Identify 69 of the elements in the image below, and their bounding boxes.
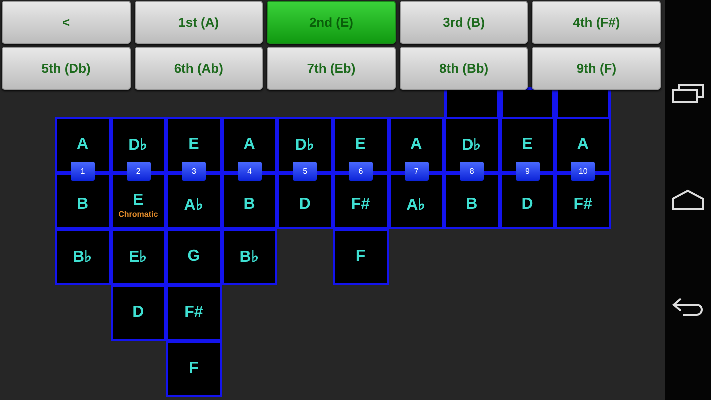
- string-number-badge[interactable]: 10: [571, 162, 596, 181]
- string-number-badge[interactable]: 3: [182, 162, 206, 181]
- note-label: A: [410, 136, 422, 154]
- fret-button[interactable]: 8th (Bb): [400, 47, 528, 90]
- note-label: B: [244, 196, 256, 214]
- mode-label: Chromatic: [118, 210, 158, 218]
- fret-button[interactable]: <: [2, 1, 131, 44]
- note-label: B♭: [73, 248, 93, 267]
- note-label: A: [244, 136, 256, 154]
- note-label: A: [577, 136, 589, 154]
- note-label: F#: [574, 196, 592, 214]
- note-cell[interactable]: D: [277, 173, 333, 229]
- fret-button[interactable]: 5th (Db): [2, 47, 131, 90]
- note-cell[interactable]: A♭: [388, 173, 444, 229]
- note-cell[interactable]: E Chromatic: [110, 173, 166, 229]
- note-cell[interactable]: A♭: [166, 173, 222, 229]
- back-icon[interactable]: [671, 296, 705, 318]
- note-label: F#: [184, 304, 204, 322]
- note-label: B: [77, 196, 89, 214]
- note-cell[interactable]: F#: [332, 173, 389, 229]
- note-cell[interactable]: G: [166, 229, 222, 285]
- string-number-badge[interactable]: 4: [238, 162, 262, 181]
- note-cell[interactable]: E♭: [110, 229, 166, 285]
- note-cell[interactable]: B: [444, 173, 500, 229]
- note-cell[interactable]: B: [222, 173, 278, 229]
- note-cell[interactable]: D: [110, 285, 166, 341]
- string-number-badge[interactable]: 7: [404, 162, 429, 181]
- fret-button[interactable]: 3rd (B): [400, 1, 528, 44]
- note-label: F: [189, 360, 199, 378]
- note-label: B: [466, 196, 478, 214]
- note-label: D: [522, 196, 534, 214]
- fret-button[interactable]: 9th (F): [532, 47, 661, 90]
- home-icon[interactable]: [671, 188, 705, 211]
- note-label: G: [188, 248, 200, 266]
- note-label: F: [356, 248, 366, 266]
- note-label: D♭: [462, 136, 482, 155]
- note-label: D♭: [295, 136, 315, 155]
- note-cell[interactable]: B♭: [222, 229, 278, 285]
- recent-apps-icon[interactable]: [671, 82, 705, 104]
- string-number-badge[interactable]: 1: [71, 162, 95, 181]
- note-cell[interactable]: F: [332, 229, 389, 285]
- note-label: E♭: [129, 248, 148, 267]
- note-label: D♭: [128, 136, 148, 155]
- note-cell[interactable]: F#: [166, 285, 222, 341]
- note-cell[interactable]: B♭: [55, 229, 111, 285]
- note-label: F#: [351, 196, 370, 214]
- note-label: D: [299, 196, 311, 214]
- fret-button[interactable]: 1st (A): [134, 1, 264, 44]
- note-cell[interactable]: D: [500, 173, 556, 229]
- note-cell[interactable]: F#: [555, 173, 611, 229]
- note-label: E: [522, 136, 533, 154]
- fret-button[interactable]: 7th (Eb): [267, 47, 396, 90]
- string-number-badge[interactable]: 5: [293, 162, 318, 181]
- note-label: A: [77, 136, 89, 154]
- note-cell[interactable]: F: [166, 341, 222, 397]
- string-number-badge[interactable]: 2: [126, 162, 151, 181]
- note-label: E: [133, 192, 144, 210]
- note-label: E: [355, 136, 366, 154]
- note-label: B♭: [240, 248, 260, 267]
- note-label: E: [188, 136, 200, 154]
- note-label: D: [132, 304, 144, 322]
- note-cell[interactable]: B: [55, 173, 111, 229]
- fret-button[interactable]: 4th (F#): [532, 1, 661, 44]
- note-label: A♭: [184, 196, 204, 215]
- string-number-badge[interactable]: 9: [516, 162, 540, 181]
- note-label: A♭: [406, 196, 426, 215]
- string-number-badge[interactable]: 8: [460, 162, 484, 181]
- fret-button[interactable]: 6th (Ab): [134, 47, 264, 90]
- string-number-badge[interactable]: 6: [348, 162, 373, 181]
